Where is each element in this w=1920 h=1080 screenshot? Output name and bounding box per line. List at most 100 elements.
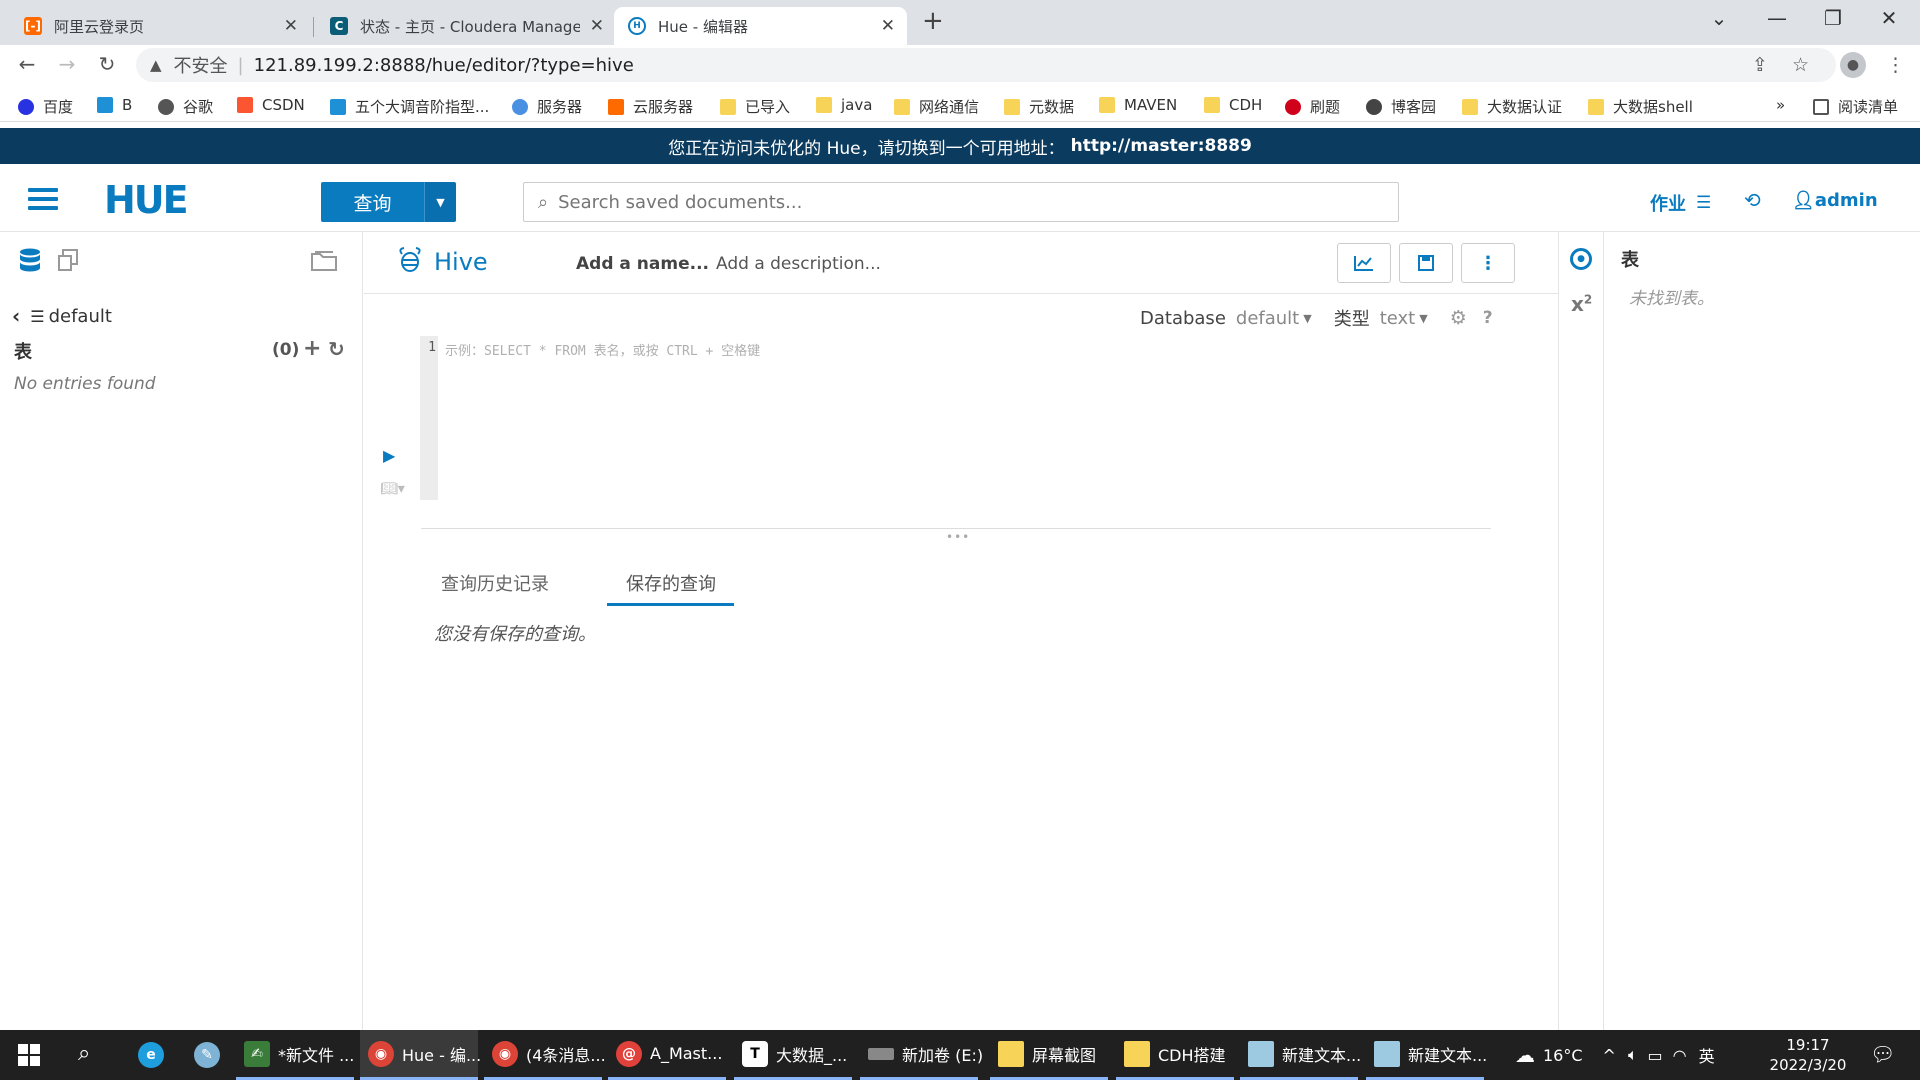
query-name-field[interactable]: Add a name... (576, 254, 709, 274)
omnibox[interactable]: ▲ 不安全 | 121.89.199.2:8888/hue/editor/?ty… (136, 48, 1836, 82)
taskbar-text-1[interactable]: 新建文本... (1240, 1030, 1361, 1080)
bookmark-star-icon[interactable]: ☆ (1792, 54, 1809, 76)
clock[interactable]: 19:17 2022/3/20 (1768, 1035, 1848, 1075)
notification-icon[interactable]: 💬︎ (1870, 1042, 1895, 1066)
refresh-icon[interactable]: ↻ (328, 337, 345, 361)
save-icon[interactable] (1399, 243, 1453, 283)
bookmark-folder-bigdata-cert[interactable]: 大数据认证 (1462, 96, 1562, 117)
tab-saved-queries[interactable]: 保存的查询 (607, 570, 734, 606)
bookmark-csdn[interactable]: CSDN (237, 96, 305, 114)
taskbar-cdh-folder[interactable]: CDH搭建 (1116, 1030, 1234, 1080)
restore-icon[interactable]: ❐ (1818, 6, 1848, 30)
reload-icon[interactable]: ↻ (94, 52, 120, 76)
snippet-book-icon[interactable]: 📖︎▾ (380, 481, 405, 497)
tray-expand-icon[interactable]: ^ (1603, 1046, 1616, 1065)
bookmark-server[interactable]: 服务器 (512, 96, 582, 117)
database-select[interactable]: default (1236, 308, 1299, 329)
minimize-icon[interactable]: — (1762, 6, 1792, 30)
history-icon[interactable]: ⟲ (1744, 188, 1761, 212)
help-icon[interactable]: ? (1483, 308, 1493, 328)
bookmark-google[interactable]: 谷歌 (158, 96, 213, 117)
volume-icon[interactable]: 🔈︎ (1628, 1045, 1638, 1065)
tab-search-chevron-icon[interactable]: ⌄ (1704, 6, 1734, 30)
hamburger-menu-icon[interactable] (28, 188, 58, 210)
chart-icon[interactable] (1337, 243, 1391, 283)
bookmark-folder-network[interactable]: 网络通信 (894, 96, 979, 117)
browser-tab-aliyun[interactable]: [-] 阿里云登录页 ✕ (10, 7, 310, 45)
hue-logo[interactable]: HUE (104, 178, 189, 222)
bookmark-bilibili[interactable]: B (97, 96, 132, 114)
banner-link[interactable]: http://master:8889 (1071, 136, 1252, 156)
back-icon[interactable]: ← (14, 52, 40, 76)
bookmark-cloud-server[interactable]: 云服务器 (608, 96, 693, 117)
weather-cloud-icon[interactable]: ☁ (1515, 1043, 1535, 1067)
caret-down-icon[interactable]: ▼ (1419, 312, 1427, 325)
taskbar-edge[interactable]: e (130, 1030, 180, 1080)
url-text[interactable]: 121.89.199.2:8888/hue/editor/?type=hive (254, 55, 634, 76)
document-search-box[interactable]: ⌕ (523, 182, 1399, 222)
tab-query-history[interactable]: 查询历史记录 (441, 570, 549, 606)
ime-indicator[interactable]: 英 (1699, 1043, 1715, 1067)
user-menu[interactable]: 👤︎admin (1792, 190, 1878, 211)
bookmark-folder-java[interactable]: java (816, 96, 872, 114)
taskbar-drive-e[interactable]: 新加卷 (E:) (860, 1030, 983, 1080)
bookmark-folder-imported[interactable]: 已导入 (720, 96, 790, 117)
caret-down-icon[interactable]: ▼ (1303, 312, 1311, 325)
chevron-left-icon[interactable]: ‹ (12, 304, 20, 328)
bookmark-folder-cdh[interactable]: CDH (1204, 96, 1262, 114)
share-icon[interactable]: ⇪ (1752, 54, 1768, 76)
taskbar-a-master[interactable]: @ A_Mast... (608, 1030, 726, 1080)
taskbar-chrome-hue[interactable]: ◉ Hue - 编... (360, 1030, 481, 1080)
close-tab-icon[interactable]: ✕ (881, 16, 895, 36)
gear-icon[interactable]: ⚙ (1450, 307, 1467, 329)
more-bookmarks-icon[interactable]: » (1776, 96, 1785, 114)
browser-tab-hue[interactable]: H Hue - 编辑器 ✕ (614, 7, 907, 45)
query-description-field[interactable]: Add a description... (716, 254, 881, 274)
warning-icon[interactable]: ▲ (150, 56, 162, 74)
close-tab-icon[interactable]: ✕ (590, 16, 604, 36)
taskbar-app-paint[interactable]: ✎ (186, 1030, 236, 1080)
browser-menu-icon[interactable]: ⋮ (1886, 54, 1905, 76)
bookmark-scales[interactable]: 五个大调音阶指型... (330, 96, 489, 117)
functions-icon[interactable]: x2 (1571, 292, 1592, 316)
add-table-icon[interactable]: + (303, 336, 321, 361)
jobs-link[interactable]: 作业 ☰ (1650, 190, 1711, 216)
battery-icon[interactable]: ▭ (1648, 1046, 1663, 1065)
new-tab-icon[interactable]: + (922, 6, 944, 36)
taskbar-chrome-messages[interactable]: ◉ (4条消息... (484, 1030, 606, 1080)
compass-icon[interactable]: ● (1570, 248, 1592, 270)
profile-avatar-icon[interactable]: ● (1840, 52, 1866, 78)
bookmark-folder-metadata[interactable]: 元数据 (1004, 96, 1074, 117)
forward-icon[interactable]: → (54, 52, 80, 76)
run-query-icon[interactable]: ▶ (383, 446, 395, 465)
taskbar-screenshots-folder[interactable]: 屏幕截图 (990, 1030, 1108, 1080)
more-options-icon[interactable]: ⋮ (1461, 243, 1515, 283)
files-folder-icon[interactable] (310, 248, 338, 278)
sql-editor-placeholder[interactable]: 示例：SELECT * FROM 表名，或按 CTRL + 空格键 (445, 340, 760, 359)
close-tab-icon[interactable]: ✕ (284, 16, 298, 36)
bookmark-folder-maven[interactable]: MAVEN (1099, 96, 1177, 114)
windows-start-icon[interactable] (18, 1044, 40, 1066)
search-input[interactable] (558, 191, 1339, 213)
taskbar-typora[interactable]: T 大数据_... (734, 1030, 852, 1080)
bookmark-folder-bigdata-shell[interactable]: 大数据shell (1588, 96, 1693, 117)
bookmark-practice[interactable]: 刷题 (1285, 96, 1340, 117)
type-select[interactable]: text (1380, 308, 1416, 329)
temperature[interactable]: 16°C (1543, 1046, 1583, 1065)
bookmark-baidu[interactable]: 百度 (18, 96, 73, 117)
query-dropdown-caret-icon[interactable]: ▼ (424, 182, 456, 222)
database-breadcrumb[interactable]: ‹ ☰ default (12, 304, 112, 328)
taskbar-search-icon[interactable]: ⌕ (78, 1041, 90, 1066)
bookmark-cnblogs[interactable]: 博客园 (1366, 96, 1436, 117)
taskbar-text-2[interactable]: 新建文本... (1366, 1030, 1487, 1080)
reading-list[interactable]: 阅读清单 (1813, 96, 1898, 117)
query-button[interactable]: 查询 (321, 182, 424, 222)
close-window-icon[interactable]: ✕ (1874, 6, 1904, 30)
database-icon[interactable] (18, 248, 42, 280)
taskbar-notepad[interactable]: ✍ *新文件 ... (236, 1030, 354, 1080)
insecure-label[interactable]: 不安全 (174, 52, 228, 78)
documents-icon[interactable] (56, 248, 80, 278)
wifi-icon[interactable]: ◠ (1673, 1046, 1687, 1065)
browser-tab-cloudera[interactable]: C 状态 - 主页 - Cloudera Manage ✕ (316, 7, 616, 45)
resize-handle-icon[interactable]: ••• (946, 530, 970, 544)
